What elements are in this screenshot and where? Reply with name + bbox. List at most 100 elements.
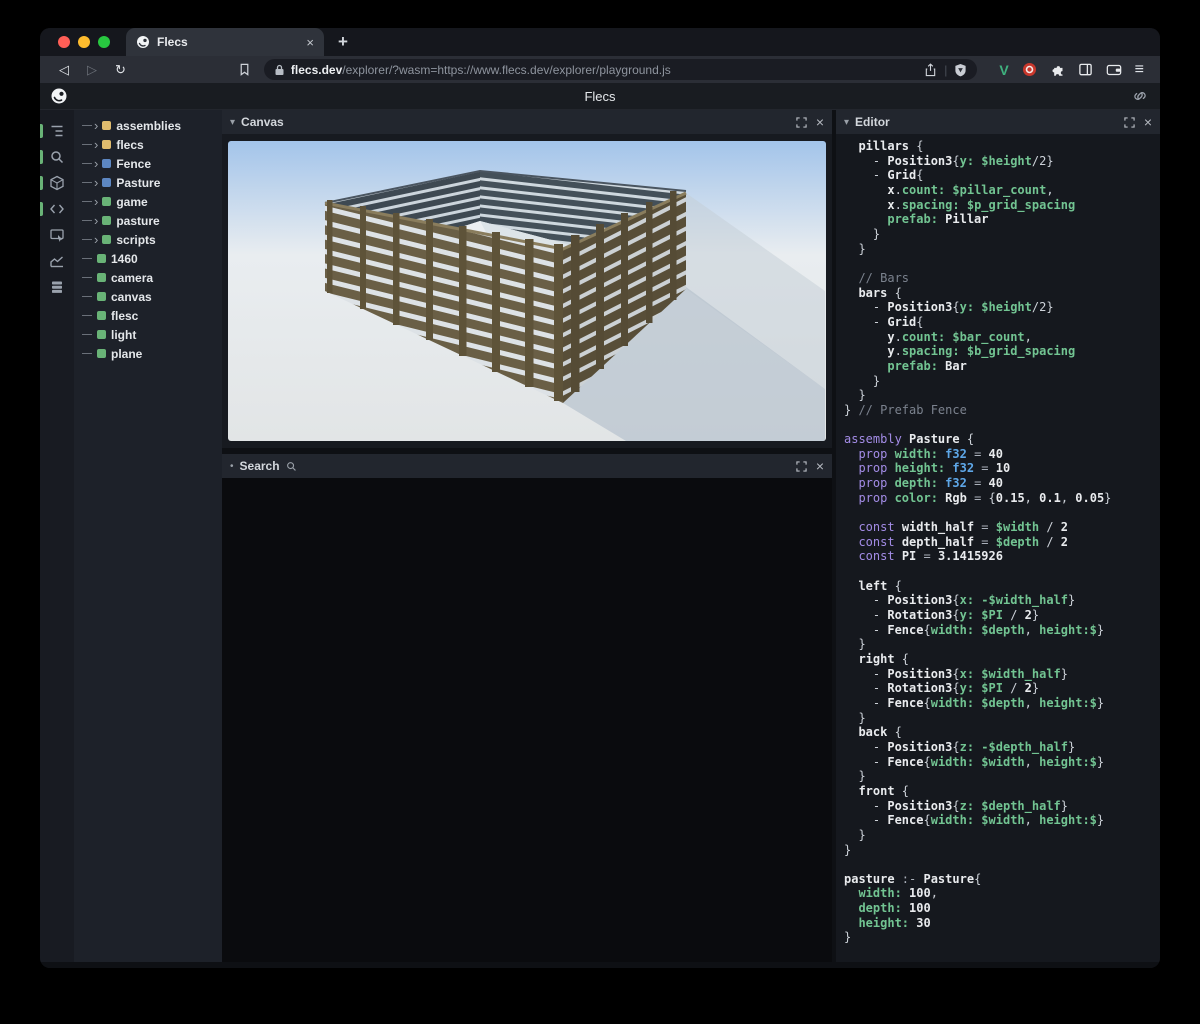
entity-color-swatch xyxy=(97,349,106,358)
close-panel-icon[interactable]: × xyxy=(1144,115,1152,129)
expand-chevron-icon[interactable]: › xyxy=(94,119,98,132)
share-link-icon[interactable] xyxy=(1132,88,1148,104)
entity-color-swatch xyxy=(102,121,111,130)
entity-color-swatch xyxy=(102,178,111,187)
canvas-panel-header: ▾ Canvas × xyxy=(222,110,832,134)
reload-button[interactable]: ↻ xyxy=(108,62,133,78)
url-text: flecs.dev/explorer/?wasm=https://www.fle… xyxy=(291,63,918,77)
favicon-flecs-logo xyxy=(136,35,150,49)
brave-shield-icon[interactable] xyxy=(954,63,967,77)
3d-viewport[interactable] xyxy=(228,141,826,441)
tree-connector xyxy=(82,296,92,297)
fullscreen-icon[interactable] xyxy=(796,117,807,128)
canvas-panel-body xyxy=(222,134,832,448)
tree-item-label: camera xyxy=(111,271,153,285)
tree-item-label: game xyxy=(116,195,147,209)
entity-color-swatch xyxy=(97,292,106,301)
tree-item-flesc[interactable]: flesc xyxy=(74,306,222,325)
search-icon[interactable] xyxy=(40,144,74,170)
entity-color-swatch xyxy=(97,330,106,339)
queries-rows-icon[interactable] xyxy=(40,274,74,300)
tree-connector xyxy=(82,239,92,240)
tree-connector xyxy=(82,163,92,164)
tree-connector xyxy=(82,258,92,259)
expand-chevron-icon[interactable]: › xyxy=(94,195,98,208)
wallet-icon[interactable] xyxy=(1106,63,1122,77)
tree-connector xyxy=(82,334,92,335)
tab-strip: Flecs × + xyxy=(40,28,1160,56)
tree-item-flecs[interactable]: ›flecs xyxy=(74,135,222,154)
tree-item-label: assemblies xyxy=(116,119,181,133)
address-bar[interactable]: flecs.dev/explorer/?wasm=https://www.fle… xyxy=(264,59,977,80)
tree-connector xyxy=(82,315,92,316)
browser-menu-icon[interactable]: ≡ xyxy=(1135,61,1144,79)
vue-devtools-icon[interactable]: V xyxy=(999,62,1008,78)
zoom-window-button[interactable] xyxy=(98,36,110,48)
tree-item-plane[interactable]: plane xyxy=(74,344,222,363)
tree-item-pasture[interactable]: ›pasture xyxy=(74,211,222,230)
entity-color-swatch xyxy=(102,216,111,225)
close-panel-icon[interactable]: × xyxy=(816,459,824,473)
tab-title: Flecs xyxy=(157,35,299,49)
entities-cube-icon[interactable] xyxy=(40,170,74,196)
expand-chevron-icon[interactable]: › xyxy=(94,176,98,189)
close-window-button[interactable] xyxy=(58,36,70,48)
tab-close-icon[interactable]: × xyxy=(306,36,314,49)
red-extension-icon[interactable] xyxy=(1022,62,1037,77)
fullscreen-icon[interactable] xyxy=(796,461,807,472)
tree-connector xyxy=(82,353,92,354)
tree-item-1460[interactable]: 1460 xyxy=(74,249,222,268)
expand-chevron-icon[interactable]: › xyxy=(94,138,98,151)
minimize-window-button[interactable] xyxy=(78,36,90,48)
desktop: Flecs × + ◁ ▷ ↻ flecs.dev/explorer/?wasm… xyxy=(0,0,1200,1024)
tree-item-Fence[interactable]: ›Fence xyxy=(74,154,222,173)
tree-item-scripts[interactable]: ›scripts xyxy=(74,230,222,249)
expand-chevron-icon[interactable]: › xyxy=(94,233,98,246)
search-panel-header: • Search × xyxy=(222,454,832,478)
bookmark-icon[interactable] xyxy=(237,62,252,77)
expand-chevron-icon[interactable]: › xyxy=(94,157,98,170)
tree-item-Pasture[interactable]: ›Pasture xyxy=(74,173,222,192)
collapse-chevron-icon[interactable]: ▾ xyxy=(230,117,235,128)
entity-color-swatch xyxy=(102,197,111,206)
expand-chevron-icon[interactable]: › xyxy=(94,214,98,227)
tree-item-label: flesc xyxy=(111,309,138,323)
tree-item-canvas[interactable]: canvas xyxy=(74,287,222,306)
tree-item-game[interactable]: › game xyxy=(74,192,222,211)
stats-chart-icon[interactable] xyxy=(40,248,74,274)
tree-item-camera[interactable]: camera xyxy=(74,268,222,287)
back-button[interactable]: ◁ xyxy=(52,62,76,78)
tree-connector xyxy=(82,220,92,221)
entity-tree-panel: ›assemblies›flecs›Fence›Pasture›game›pas… xyxy=(74,110,222,962)
tree-item-label: 1460 xyxy=(111,252,138,266)
canvas-screen-icon[interactable] xyxy=(40,222,74,248)
collapsed-indicator-icon[interactable]: • xyxy=(230,461,234,472)
tree-connector xyxy=(82,182,92,183)
share-icon[interactable] xyxy=(924,63,937,77)
sidebar-panel-icon[interactable] xyxy=(1078,62,1093,77)
code-editor[interactable]: pillars { - Position3{y: $height/2} - Gr… xyxy=(836,134,1160,962)
search-panel-body[interactable] xyxy=(222,478,832,962)
entity-color-swatch xyxy=(102,159,111,168)
tree-connector xyxy=(82,144,92,145)
code-text[interactable]: pillars { - Position3{y: $height/2} - Gr… xyxy=(844,139,1160,945)
close-panel-icon[interactable]: × xyxy=(816,115,824,129)
extensions-puzzle-icon[interactable] xyxy=(1050,62,1065,77)
collapse-chevron-icon[interactable]: ▾ xyxy=(844,117,849,128)
tree-connector xyxy=(82,277,92,278)
tree-item-light[interactable]: light xyxy=(74,325,222,344)
code-icon[interactable] xyxy=(40,196,74,222)
forward-button[interactable]: ▷ xyxy=(80,62,104,78)
browser-tab[interactable]: Flecs × xyxy=(126,28,324,56)
editor-panel-header: ▾ Editor × xyxy=(836,110,1160,134)
tree-item-label: canvas xyxy=(111,290,152,304)
window-controls xyxy=(40,36,122,48)
fullscreen-icon[interactable] xyxy=(1124,117,1135,128)
browser-toolbar: ◁ ▷ ↻ flecs.dev/explorer/?wasm=https://w… xyxy=(40,56,1160,83)
extension-icons: V ≡ xyxy=(989,61,1148,79)
entity-color-swatch xyxy=(102,140,111,149)
app-header: Flecs xyxy=(40,83,1160,110)
tree-item-assemblies[interactable]: › assemblies xyxy=(74,116,222,135)
outliner-icon[interactable] xyxy=(40,118,74,144)
new-tab-button[interactable]: + xyxy=(324,32,362,52)
